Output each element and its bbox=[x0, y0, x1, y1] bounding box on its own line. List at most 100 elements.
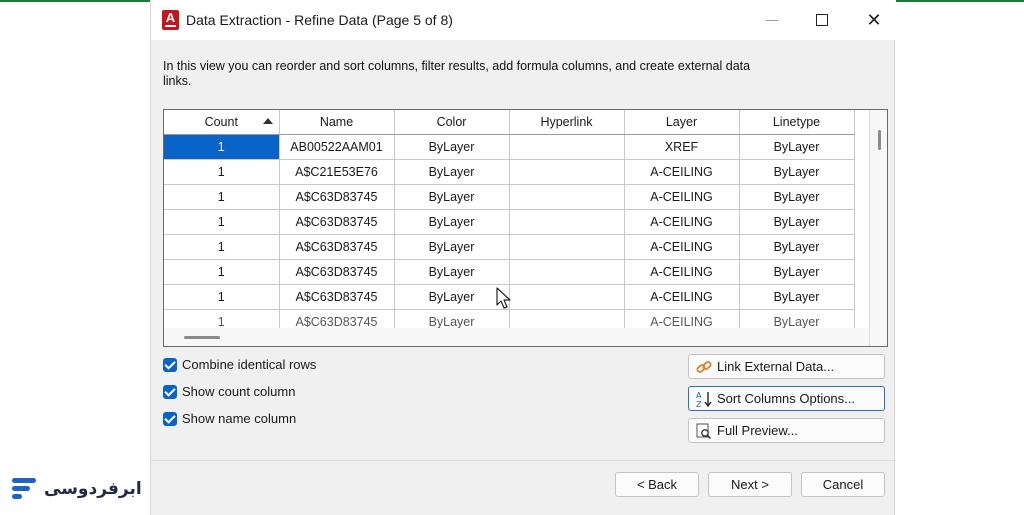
show-name-column-option[interactable]: Show name column bbox=[163, 411, 296, 426]
cancel-button-label: Cancel bbox=[822, 477, 864, 492]
table-cell[interactable]: ByLayer bbox=[394, 134, 510, 160]
table-cell[interactable]: ByLayer bbox=[394, 159, 510, 185]
show-count-label: Show count column bbox=[182, 384, 296, 399]
data-grid[interactable]: Count Name Color Hyperlink Layer Linetype 1 AB… bbox=[163, 109, 888, 347]
column-header-color[interactable]: Color bbox=[394, 110, 510, 135]
table-cell[interactable] bbox=[509, 134, 625, 160]
vertical-scrollbar[interactable] bbox=[869, 110, 887, 346]
table-cell[interactable]: 1 bbox=[164, 209, 280, 235]
table-cell[interactable]: 1 bbox=[164, 184, 280, 210]
table-cell[interactable]: ByLayer bbox=[739, 234, 855, 260]
column-header-layer[interactable]: Layer bbox=[624, 110, 740, 135]
maximize-button[interactable] bbox=[810, 9, 834, 31]
close-icon: ✕ bbox=[866, 10, 882, 30]
minimize-button[interactable] bbox=[760, 9, 784, 31]
sort-az-icon: A Z bbox=[695, 390, 713, 409]
table-cell[interactable]: ByLayer bbox=[739, 184, 855, 210]
table-cell[interactable] bbox=[509, 234, 625, 260]
link-external-data-label: Link External Data... bbox=[717, 359, 835, 374]
column-header-label: Name bbox=[319, 114, 354, 129]
brand-logo-text: ابرفردوسی bbox=[44, 479, 142, 499]
brand-logo-icon bbox=[12, 476, 36, 502]
table-cell[interactable] bbox=[509, 184, 625, 210]
data-extraction-dialog: A Data Extraction - Refine Data (Page 5 … bbox=[150, 0, 896, 515]
table-cell[interactable]: A-CEILING bbox=[624, 184, 740, 210]
table-row[interactable]: 1 A$C63D83745 ByLayer A-CEILING ByLayer bbox=[164, 209, 855, 235]
table-cell[interactable]: ByLayer bbox=[394, 209, 510, 235]
link-external-data-button[interactable]: Link External Data... bbox=[688, 354, 885, 379]
table-cell[interactable]: AB00522AAM01 bbox=[279, 134, 395, 160]
table-cell[interactable] bbox=[509, 284, 625, 310]
close-button[interactable]: ✕ bbox=[862, 9, 886, 31]
table-cell[interactable]: A-CEILING bbox=[624, 259, 740, 285]
next-button[interactable]: Next > bbox=[708, 472, 792, 497]
table-cell[interactable] bbox=[509, 209, 625, 235]
full-preview-button[interactable]: Full Preview... bbox=[688, 418, 885, 443]
table-cell[interactable]: ByLayer bbox=[739, 134, 855, 160]
title-bar: A Data Extraction - Refine Data (Page 5 … bbox=[151, 0, 896, 40]
column-header-hyperlink[interactable]: Hyperlink bbox=[509, 110, 625, 135]
table-cell[interactable]: ByLayer bbox=[394, 234, 510, 260]
combine-identical-rows-option[interactable]: Combine identical rows bbox=[163, 357, 316, 372]
preview-magnifier-icon bbox=[695, 422, 713, 440]
table-cell[interactable]: A$C63D83745 bbox=[279, 184, 395, 210]
svg-text:A: A bbox=[696, 391, 702, 400]
table-cell[interactable]: A$C63D83745 bbox=[279, 209, 395, 235]
table-cell[interactable]: ByLayer bbox=[394, 259, 510, 285]
table-cell[interactable]: A$C63D83745 bbox=[279, 259, 395, 285]
horizontal-scrollbar[interactable] bbox=[164, 328, 869, 346]
table-cell[interactable]: 1 bbox=[164, 234, 280, 260]
table-cell[interactable]: ByLayer bbox=[739, 159, 855, 185]
cancel-button[interactable]: Cancel bbox=[801, 472, 885, 497]
mouse-pointer-icon bbox=[496, 287, 512, 316]
table-cell[interactable] bbox=[509, 259, 625, 285]
table-row[interactable]: 1 A$C63D83745 ByLayer A-CEILING ByLayer bbox=[164, 184, 855, 210]
table-cell[interactable]: ByLayer bbox=[394, 184, 510, 210]
minimize-icon bbox=[766, 20, 778, 21]
table-cell[interactable]: A$C21E53E76 bbox=[279, 159, 395, 185]
column-header-count[interactable]: Count bbox=[164, 110, 280, 135]
table-cell[interactable]: A$C63D83745 bbox=[279, 284, 395, 310]
horizontal-scroll-thumb[interactable] bbox=[184, 336, 220, 339]
table-row[interactable]: 1 A$C21E53E76 ByLayer A-CEILING ByLayer bbox=[164, 159, 855, 185]
column-header-label: Color bbox=[436, 114, 467, 129]
full-preview-label: Full Preview... bbox=[717, 423, 798, 438]
link-icon bbox=[695, 358, 713, 376]
back-button[interactable]: < Back bbox=[615, 472, 699, 497]
maximize-icon bbox=[816, 14, 828, 26]
table-cell[interactable]: ByLayer bbox=[739, 284, 855, 310]
column-header-linetype[interactable]: Linetype bbox=[739, 110, 855, 135]
table-cell[interactable]: 1 bbox=[164, 134, 280, 160]
show-count-checkbox[interactable] bbox=[163, 384, 177, 399]
sort-columns-options-label: Sort Columns Options... bbox=[717, 391, 855, 406]
sort-columns-options-button[interactable]: A Z Sort Columns Options... bbox=[688, 386, 885, 411]
combine-rows-checkbox[interactable] bbox=[163, 357, 177, 372]
combine-rows-label: Combine identical rows bbox=[182, 357, 317, 372]
table-row[interactable]: 1 A$C63D83745 ByLayer A-CEILING ByLayer bbox=[164, 234, 855, 260]
table-cell[interactable]: A-CEILING bbox=[624, 284, 740, 310]
table-cell[interactable]: XREF bbox=[624, 134, 740, 160]
table-cell[interactable]: A-CEILING bbox=[624, 234, 740, 260]
vertical-scroll-thumb[interactable] bbox=[878, 130, 881, 150]
back-button-label: < Back bbox=[636, 477, 678, 492]
sort-ascending-icon bbox=[262, 118, 273, 124]
table-cell[interactable]: 1 bbox=[164, 284, 280, 310]
table-row[interactable]: 1 A$C63D83745 ByLayer A-CEILING ByLayer bbox=[164, 259, 855, 285]
table-cell[interactable]: ByLayer bbox=[739, 259, 855, 285]
table-row[interactable]: 1 AB00522AAM01 ByLayer XREF ByLayer bbox=[164, 134, 855, 160]
table-cell[interactable]: ByLayer bbox=[739, 209, 855, 235]
table-cell[interactable] bbox=[509, 159, 625, 185]
table-cell[interactable]: 1 bbox=[164, 259, 280, 285]
show-name-checkbox[interactable] bbox=[163, 411, 177, 426]
table-cell[interactable]: A-CEILING bbox=[624, 209, 740, 235]
autocad-app-icon: A bbox=[162, 10, 179, 30]
table-cell[interactable]: ByLayer bbox=[394, 284, 510, 310]
table-cell[interactable]: A$C63D83745 bbox=[279, 234, 395, 260]
column-header-name[interactable]: Name bbox=[279, 110, 395, 135]
table-cell[interactable]: 1 bbox=[164, 159, 280, 185]
brand-logo: ابرفردوسی bbox=[12, 476, 142, 502]
footer-separator bbox=[151, 460, 896, 461]
column-header-label: Count bbox=[204, 114, 238, 129]
show-count-column-option[interactable]: Show count column bbox=[163, 384, 295, 399]
table-cell[interactable]: A-CEILING bbox=[624, 159, 740, 185]
